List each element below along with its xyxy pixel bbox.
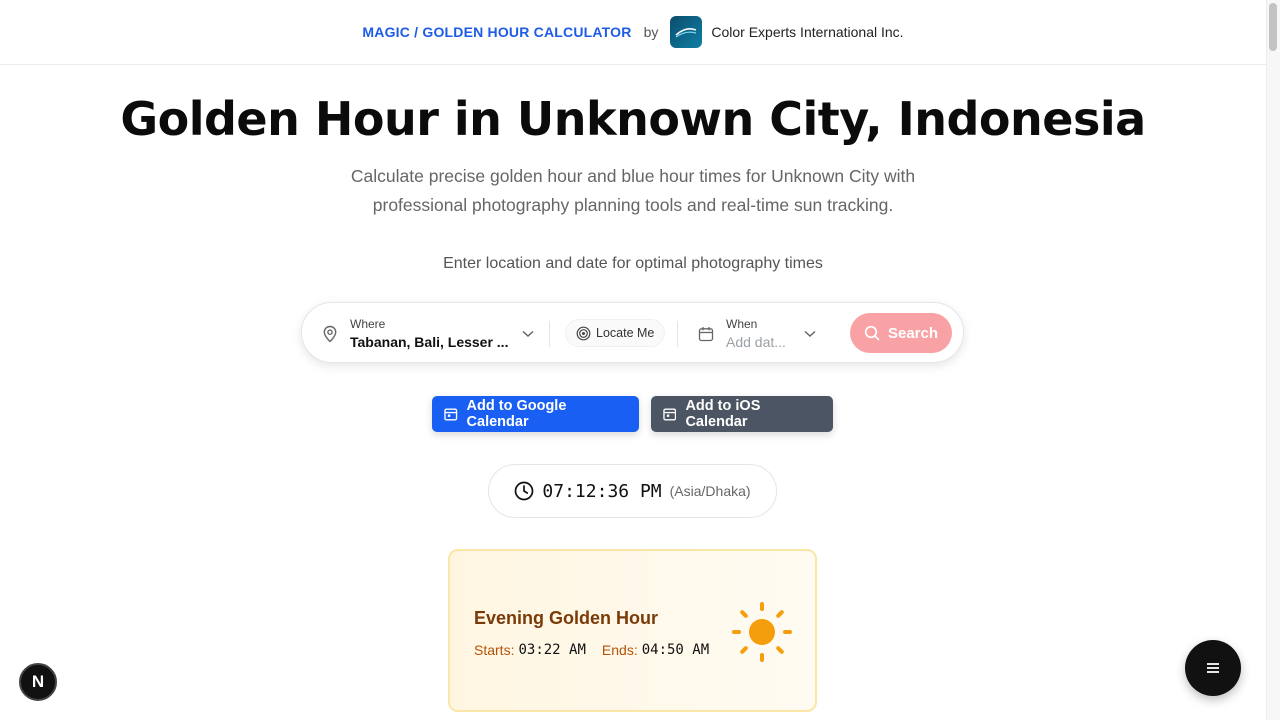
date-input[interactable]: Add dat... bbox=[726, 334, 786, 350]
subtitle-line-2: professional photography planning tools … bbox=[372, 195, 894, 215]
subtitle-line-1: Calculate precise golden hour and blue h… bbox=[350, 166, 916, 186]
search-icon bbox=[864, 325, 880, 341]
sun-icon bbox=[732, 602, 792, 662]
brand-logo-icon bbox=[675, 28, 697, 38]
clock-icon bbox=[515, 481, 534, 501]
google-calendar-label: Add to Google Calendar bbox=[466, 398, 567, 430]
calendar-icon bbox=[444, 408, 458, 421]
where-text: Where Tabanan, Bali, Lesser ... bbox=[350, 317, 508, 350]
where-value[interactable]: Tabanan, Bali, Lesser ... bbox=[350, 334, 508, 350]
scrollbar-thumb[interactable] bbox=[1269, 3, 1277, 51]
ios-calendar-label: Add to iOS Calendar bbox=[685, 398, 761, 430]
nextjs-logo-icon: N bbox=[31, 672, 45, 691]
search-button[interactable]: Search bbox=[850, 313, 952, 353]
when-label: When bbox=[726, 317, 758, 331]
evening-golden-hour-card: Evening Golden Hour Starts: 03:22 AM End… bbox=[448, 549, 817, 712]
where-field[interactable]: Where Tabanan, Bali, Lesser ... bbox=[322, 303, 542, 364]
nextjs-dev-indicator[interactable]: N bbox=[19, 663, 57, 701]
map-pin-icon bbox=[323, 325, 337, 342]
golden-hour-title: Evening Golden Hour bbox=[474, 608, 659, 628]
search-label: Search bbox=[887, 324, 939, 342]
vertical-scrollbar[interactable] bbox=[1266, 0, 1280, 720]
timezone-label: (Asia/Dhaka) bbox=[669, 483, 751, 499]
chevron-down-icon[interactable] bbox=[804, 330, 816, 338]
brand-name[interactable]: Color Experts International Inc. bbox=[711, 24, 903, 40]
starts-label: Starts: bbox=[474, 642, 515, 658]
starts-value: 03:22 AM bbox=[518, 642, 586, 658]
current-time: 07:12:36 PM bbox=[542, 480, 662, 502]
search-prompt: Enter location and date for optimal phot… bbox=[443, 255, 823, 272]
ends-label: Ends: bbox=[601, 642, 638, 658]
golden-hour-times: Starts: 03:22 AM Ends: 04:50 AM bbox=[474, 642, 725, 658]
menu-button[interactable] bbox=[1185, 640, 1241, 696]
page-subtitle: Calculate precise golden hour and blue h… bbox=[0, 162, 1266, 220]
brand-logo[interactable] bbox=[670, 16, 703, 48]
by-label: by bbox=[643, 24, 659, 40]
breadcrumb[interactable]: MAGIC / GOLDEN HOUR CALCULATOR bbox=[362, 24, 631, 40]
when-field[interactable]: When Add dat... bbox=[698, 303, 816, 364]
add-to-ios-calendar-button[interactable]: Add to iOS Calendar bbox=[651, 396, 833, 432]
add-to-google-calendar-button[interactable]: Add to Google Calendar bbox=[432, 396, 639, 432]
locate-me-button[interactable]: Locate Me bbox=[565, 319, 666, 347]
page-title: Golden Hour in Unknown City, Indonesia bbox=[120, 92, 1146, 146]
menu-icon bbox=[1207, 663, 1219, 673]
chevron-down-icon[interactable] bbox=[522, 330, 534, 338]
search-divider bbox=[549, 321, 550, 347]
calendar-icon bbox=[663, 408, 677, 421]
top-bar: MAGIC / GOLDEN HOUR CALCULATOR by Color … bbox=[0, 0, 1266, 65]
search-divider bbox=[677, 321, 678, 347]
search-bar: Where Tabanan, Bali, Lesser ... Locate M… bbox=[301, 302, 964, 363]
current-time-pill: 07:12:36 PM (Asia/Dhaka) bbox=[488, 464, 777, 518]
where-label: Where bbox=[350, 317, 386, 331]
locate-me-label: Locate Me bbox=[596, 326, 655, 340]
ends-value: 04:50 AM bbox=[641, 642, 710, 658]
calendar-icon bbox=[698, 326, 714, 341]
when-text: When Add dat... bbox=[726, 317, 786, 350]
target-icon bbox=[576, 326, 591, 340]
